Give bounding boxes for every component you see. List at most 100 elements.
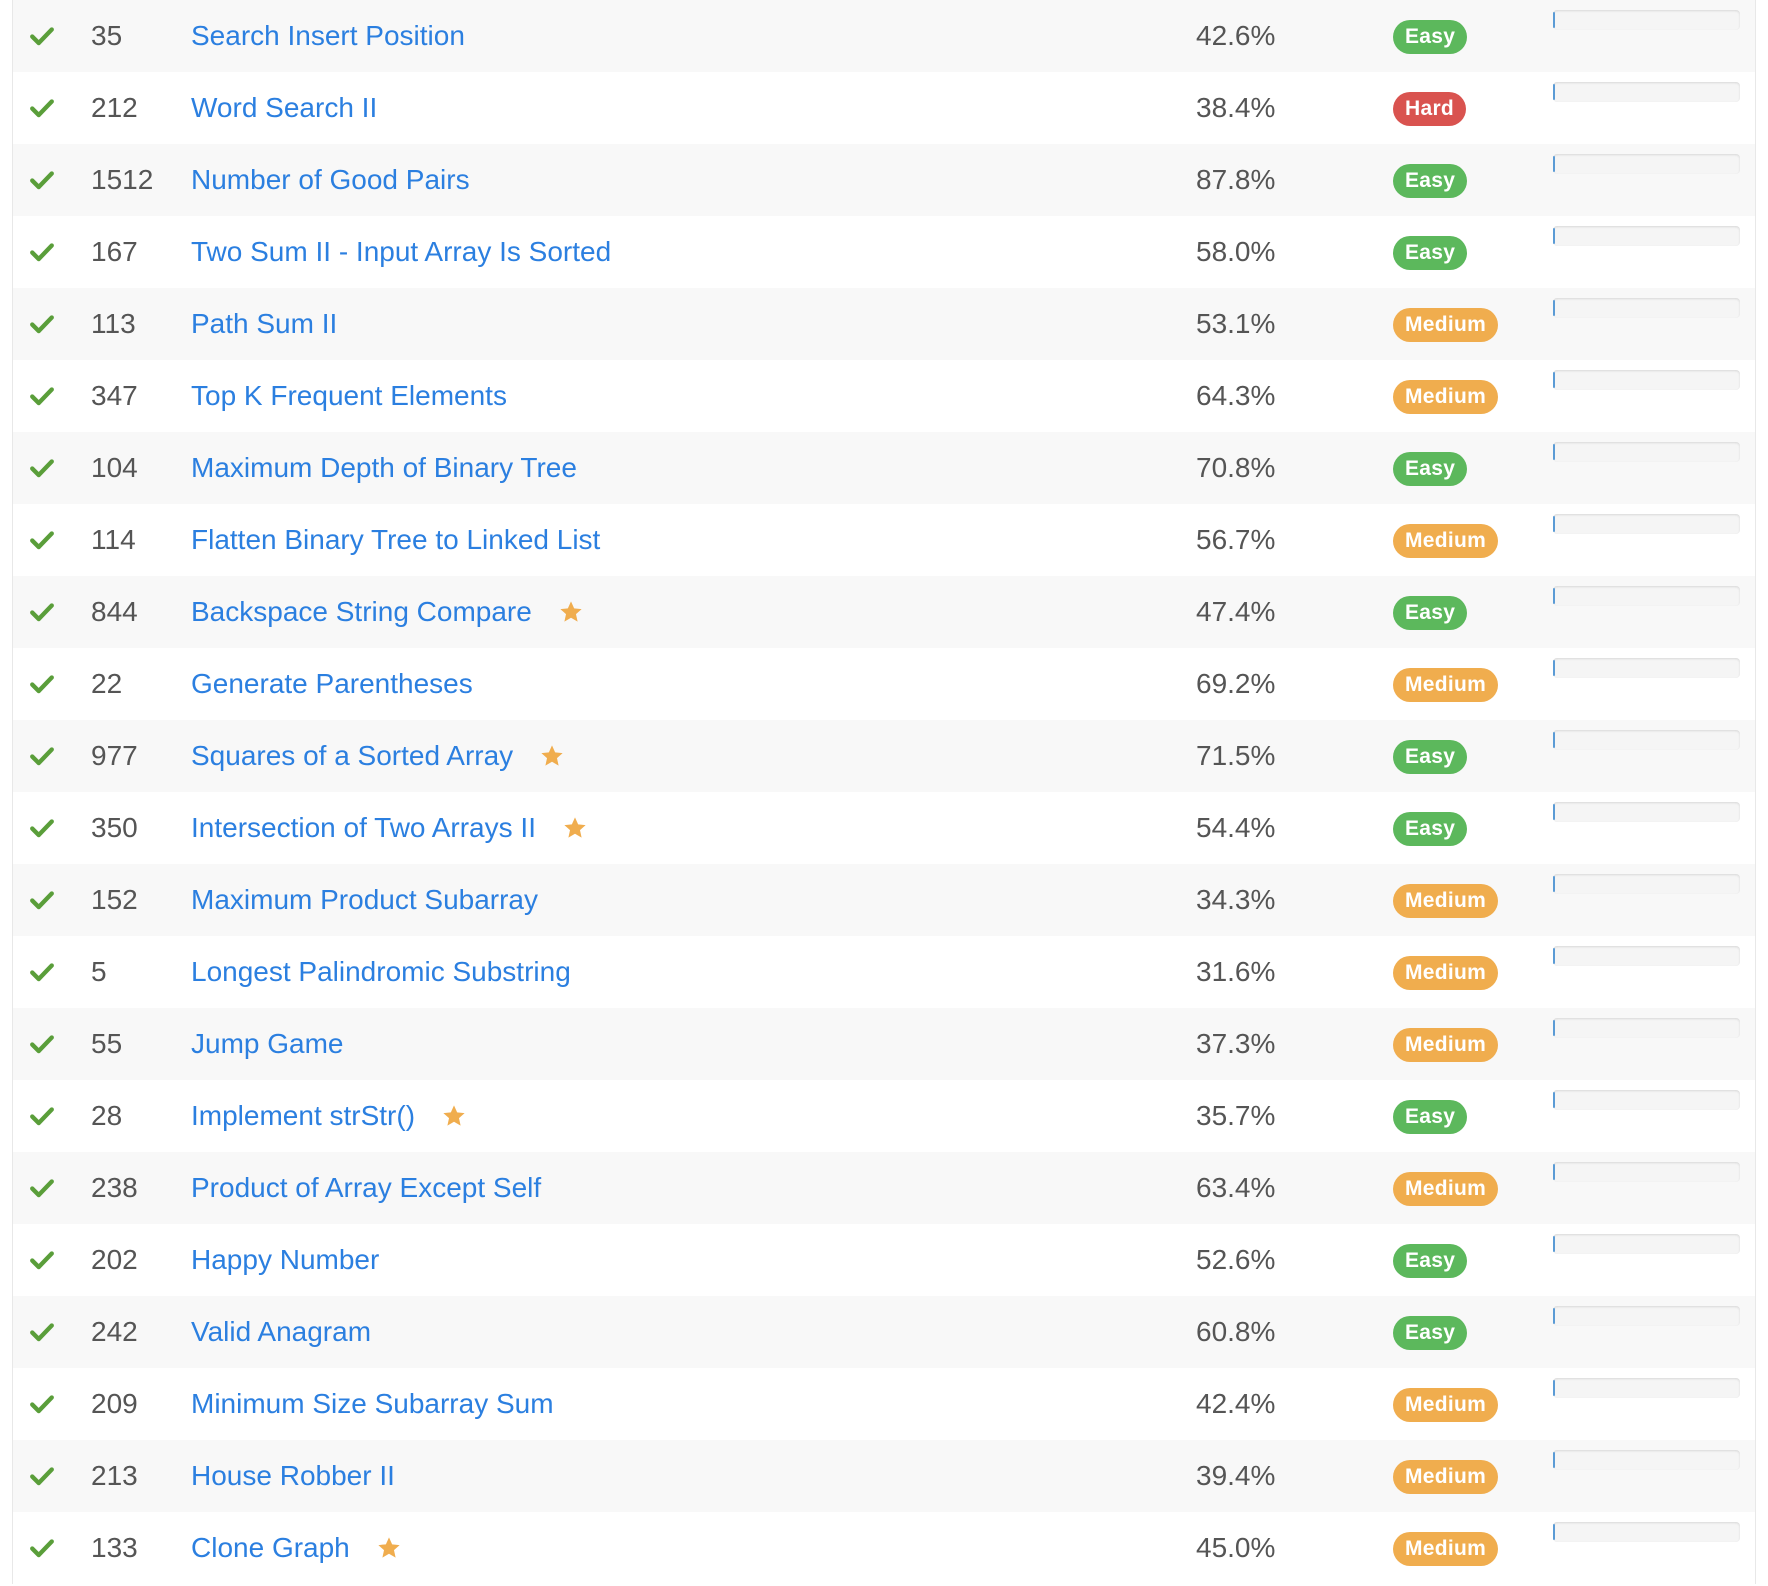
solved-check-icon <box>29 311 55 337</box>
table-row: 133 Clone Graph 45.0% Medium <box>13 1512 1755 1584</box>
difficulty-badge: Medium <box>1393 956 1499 990</box>
question-id: 350 <box>91 812 138 843</box>
title-cell: Valid Anagram <box>191 1316 371 1348</box>
problem-title-link[interactable]: Maximum Depth of Binary Tree <box>191 452 577 484</box>
acceptance-rate: 34.3% <box>1196 884 1276 915</box>
difficulty-badge: Medium <box>1393 668 1499 702</box>
problem-title-link[interactable]: Number of Good Pairs <box>191 164 470 196</box>
title-cell: Word Search II <box>191 92 377 124</box>
difficulty-badge: Easy <box>1393 20 1468 54</box>
acceptance-rate: 52.6% <box>1196 1244 1276 1275</box>
question-id: 213 <box>91 1460 138 1491</box>
frequency-bar <box>1553 586 1740 606</box>
title-cell: Implement strStr() <box>191 1100 467 1132</box>
frequency-bar <box>1553 946 1740 966</box>
acceptance-rate: 39.4% <box>1196 1460 1276 1491</box>
star-icon <box>562 815 588 841</box>
table-row: 347 Top K Frequent Elements 64.3% Medium <box>13 360 1755 432</box>
problem-title-link[interactable]: Happy Number <box>191 1244 379 1276</box>
table-row: 5 Longest Palindromic Substring 31.6% Mediu… <box>13 936 1755 1008</box>
acceptance-rate: 38.4% <box>1196 92 1276 123</box>
problem-title-link[interactable]: Flatten Binary Tree to Linked List <box>191 524 600 556</box>
problem-title-link[interactable]: Generate Parentheses <box>191 668 473 700</box>
difficulty-badge: Easy <box>1393 1316 1468 1350</box>
problem-title-link[interactable]: Intersection of Two Arrays II <box>191 812 536 844</box>
difficulty-badge: Easy <box>1393 1244 1468 1278</box>
question-id: 977 <box>91 740 138 771</box>
table-row: 113 Path Sum II 53.1% Medium <box>13 288 1755 360</box>
solved-check-icon <box>29 1031 55 1057</box>
frequency-bar <box>1553 1378 1740 1398</box>
question-id: 209 <box>91 1388 138 1419</box>
table-row: 167 Two Sum II - Input Array Is Sorted 58.… <box>13 216 1755 288</box>
solved-check-icon <box>29 1247 55 1273</box>
acceptance-rate: 64.3% <box>1196 380 1276 411</box>
table-row: 209 Minimum Size Subarray Sum 42.4% Medium <box>13 1368 1755 1440</box>
frequency-bar <box>1553 802 1740 822</box>
table-row: 55 Jump Game 37.3% Medium <box>13 1008 1755 1080</box>
table-row: 22 Generate Parentheses 69.2% Medium <box>13 648 1755 720</box>
problem-title-link[interactable]: Top K Frequent Elements <box>191 380 507 412</box>
question-id: 844 <box>91 596 138 627</box>
frequency-bar <box>1553 298 1740 318</box>
problem-title-link[interactable]: Word Search II <box>191 92 377 124</box>
title-cell: Two Sum II - Input Array Is Sorted <box>191 236 611 268</box>
title-cell: Clone Graph <box>191 1532 402 1564</box>
question-id: 133 <box>91 1532 138 1563</box>
question-id: 28 <box>91 1100 123 1131</box>
problem-title-link[interactable]: Two Sum II - Input Array Is Sorted <box>191 236 611 268</box>
table-row: 28 Implement strStr() 35.7% Easy <box>13 1080 1755 1152</box>
problem-title-link[interactable]: House Robber II <box>191 1460 395 1492</box>
acceptance-rate: 35.7% <box>1196 1100 1276 1131</box>
frequency-bar <box>1553 1090 1740 1110</box>
table-row: 212 Word Search II 38.4% Hard <box>13 72 1755 144</box>
problem-title-link[interactable]: Jump Game <box>191 1028 344 1060</box>
difficulty-badge: Easy <box>1393 164 1468 198</box>
frequency-bar <box>1553 1018 1740 1038</box>
solved-check-icon <box>29 95 55 121</box>
problem-title-link[interactable]: Implement strStr() <box>191 1100 415 1132</box>
acceptance-rate: 70.8% <box>1196 452 1276 483</box>
problem-title-link[interactable]: Backspace String Compare <box>191 596 532 628</box>
frequency-bar <box>1553 442 1740 462</box>
question-id: 238 <box>91 1172 138 1203</box>
table-row: 213 House Robber II 39.4% Medium <box>13 1440 1755 1512</box>
star-icon <box>441 1103 467 1129</box>
table-row: 238 Product of Array Except Self 63.4% Medi… <box>13 1152 1755 1224</box>
solved-check-icon <box>29 527 55 553</box>
acceptance-rate: 71.5% <box>1196 740 1276 771</box>
acceptance-rate: 31.6% <box>1196 956 1276 987</box>
table-row: 350 Intersection of Two Arrays II 54.4% Eas… <box>13 792 1755 864</box>
problem-title-link[interactable]: Minimum Size Subarray Sum <box>191 1388 554 1420</box>
difficulty-badge: Medium <box>1393 1460 1499 1494</box>
problem-title-link[interactable]: Clone Graph <box>191 1532 350 1564</box>
problem-title-link[interactable]: Longest Palindromic Substring <box>191 956 571 988</box>
difficulty-badge: Easy <box>1393 596 1468 630</box>
solved-check-icon <box>29 815 55 841</box>
question-id: 1512 <box>91 164 154 195</box>
table-row: 844 Backspace String Compare 47.4% Easy <box>13 576 1755 648</box>
difficulty-badge: Medium <box>1393 1028 1499 1062</box>
acceptance-rate: 37.3% <box>1196 1028 1276 1059</box>
title-cell: Maximum Depth of Binary Tree <box>191 452 577 484</box>
difficulty-badge: Easy <box>1393 452 1468 486</box>
problem-title-link[interactable]: Valid Anagram <box>191 1316 371 1348</box>
acceptance-rate: 69.2% <box>1196 668 1276 699</box>
acceptance-rate: 58.0% <box>1196 236 1276 267</box>
title-cell: Squares of a Sorted Array <box>191 740 565 772</box>
frequency-bar <box>1553 1306 1740 1326</box>
problem-title-link[interactable]: Squares of a Sorted Array <box>191 740 513 772</box>
problem-title-link[interactable]: Search Insert Position <box>191 20 465 52</box>
question-id: 242 <box>91 1316 138 1347</box>
solved-check-icon <box>29 743 55 769</box>
question-id: 22 <box>91 668 123 699</box>
acceptance-rate: 54.4% <box>1196 812 1276 843</box>
problem-title-link[interactable]: Product of Array Except Self <box>191 1172 541 1204</box>
frequency-bar <box>1553 82 1740 102</box>
solved-check-icon <box>29 1319 55 1345</box>
problem-title-link[interactable]: Path Sum II <box>191 308 337 340</box>
title-cell: Product of Array Except Self <box>191 1172 541 1204</box>
table-row: 114 Flatten Binary Tree to Linked List 56.… <box>13 504 1755 576</box>
problem-title-link[interactable]: Maximum Product Subarray <box>191 884 538 916</box>
difficulty-badge: Medium <box>1393 1172 1499 1206</box>
